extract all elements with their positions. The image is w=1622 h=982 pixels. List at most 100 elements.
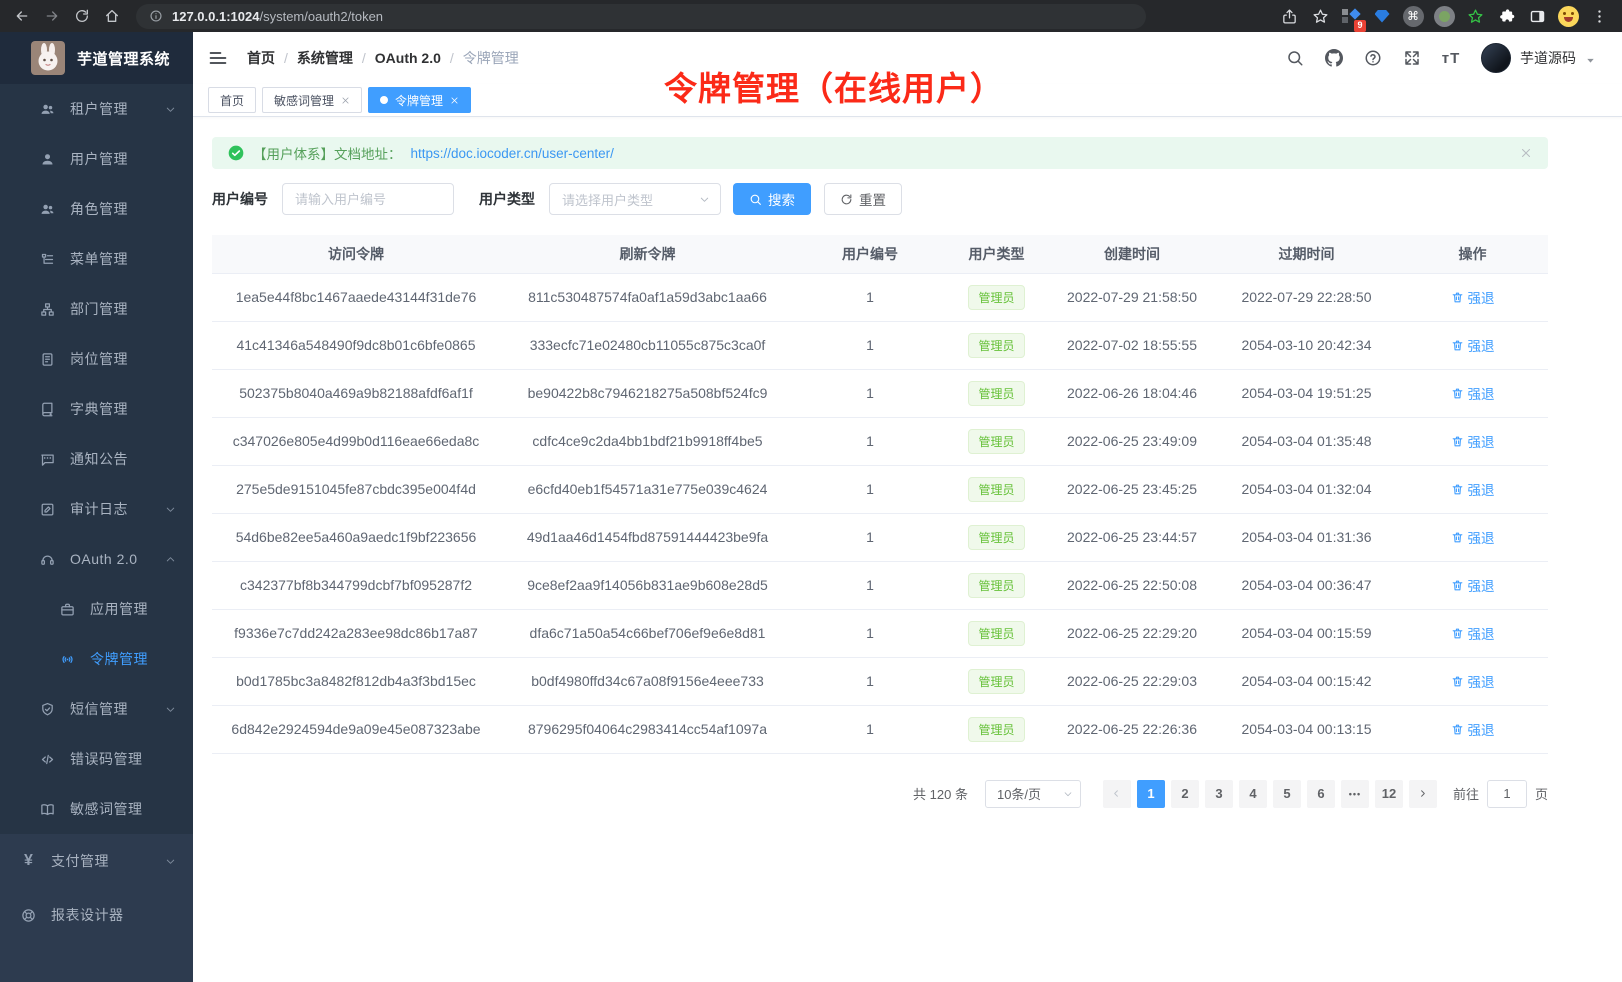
breadcrumb-item[interactable]: OAuth 2.0: [375, 50, 441, 66]
refresh-token-cell: cdfc4ce9c2da4bb1bdf21b9918ff4be5: [500, 417, 795, 465]
breadcrumb-item[interactable]: 系统管理: [297, 48, 353, 68]
force-logout-link[interactable]: 强退: [1451, 479, 1495, 499]
force-logout-link[interactable]: 强退: [1451, 287, 1495, 307]
page-size-select[interactable]: 10条/页: [985, 780, 1081, 808]
record-extension-icon[interactable]: [1431, 3, 1457, 29]
tab-item[interactable]: 敏感词管理: [262, 87, 362, 113]
reset-button-label: 重置: [859, 189, 886, 209]
force-logout-link[interactable]: 强退: [1451, 527, 1495, 547]
sidebar-item[interactable]: 审计日志: [0, 484, 193, 534]
doc-link[interactable]: https://doc.iocoder.cn/user-center/: [411, 146, 614, 161]
force-logout-link[interactable]: 强退: [1451, 383, 1495, 403]
sidebar-item[interactable]: 岗位管理: [0, 334, 193, 384]
browser-nav: [14, 8, 120, 24]
force-logout-label: 强退: [1468, 719, 1495, 739]
pager-page-3[interactable]: 3: [1205, 780, 1233, 808]
site-info-icon[interactable]: [149, 9, 163, 23]
force-logout-link[interactable]: 强退: [1451, 431, 1495, 451]
sidebar-item[interactable]: 用户管理: [0, 134, 193, 184]
search-icon[interactable]: [1286, 49, 1304, 67]
search-button[interactable]: 搜索: [733, 183, 811, 215]
sidebar-item[interactable]: 通知公告: [0, 434, 193, 484]
dict-icon: [40, 402, 55, 417]
user-menu[interactable]: 芋道源码: [1481, 43, 1596, 73]
sidebar-item[interactable]: ¥支付管理: [0, 834, 193, 888]
user-id-cell: 1: [795, 417, 945, 465]
sidebar-item-label: 菜单管理: [70, 249, 128, 269]
hamburger-icon[interactable]: [208, 48, 228, 68]
puzzle-extension-icon[interactable]: [1493, 3, 1519, 29]
goto-page-input[interactable]: [1487, 780, 1527, 808]
prev-page-button[interactable]: [1103, 780, 1131, 808]
pager-page-5[interactable]: 5: [1273, 780, 1301, 808]
page-size-value: 10条/页: [997, 784, 1041, 803]
question-icon[interactable]: [1364, 49, 1382, 67]
trash-icon: [1451, 483, 1464, 496]
sidebar-item[interactable]: 部门管理: [0, 284, 193, 334]
pager-page-4[interactable]: 4: [1239, 780, 1267, 808]
sidebar-item-active[interactable]: 令牌管理: [0, 634, 193, 684]
sidebar-item[interactable]: 错误码管理: [0, 734, 193, 784]
create-time-cell: 2022-06-26 18:04:46: [1048, 369, 1216, 417]
reload-icon[interactable]: [74, 8, 90, 24]
sidebar-item[interactable]: 应用管理: [0, 584, 193, 634]
pager-page-6[interactable]: 6: [1307, 780, 1335, 808]
code-icon: [40, 752, 55, 767]
force-logout-link[interactable]: 强退: [1451, 623, 1495, 643]
emoji-extension-icon[interactable]: [1555, 3, 1581, 29]
sidebar-item[interactable]: 字典管理: [0, 384, 193, 434]
sidebar-item[interactable]: 菜单管理: [0, 234, 193, 284]
alert-close-icon[interactable]: [1520, 147, 1532, 159]
pager-page-12[interactable]: 12: [1375, 780, 1403, 808]
pager-more[interactable]: •••: [1341, 780, 1369, 808]
force-logout-link[interactable]: 强退: [1451, 575, 1495, 595]
green-star-extension-icon[interactable]: [1462, 3, 1488, 29]
avatar[interactable]: [1481, 43, 1511, 73]
sidebar-item[interactable]: 角色管理: [0, 184, 193, 234]
trash-icon: [1451, 339, 1464, 352]
table-row: 275e5de9151045fe87cbdc395e004f4de6cfd40e…: [212, 465, 1548, 513]
pager-page-1[interactable]: 1: [1137, 780, 1165, 808]
bookmark-star-extension-icon[interactable]: [1307, 3, 1333, 29]
breadcrumb-item[interactable]: 首页: [247, 48, 275, 68]
force-logout-link[interactable]: 强退: [1451, 719, 1495, 739]
close-icon[interactable]: [341, 96, 350, 105]
force-logout-label: 强退: [1468, 287, 1495, 307]
force-logout-link[interactable]: 强退: [1451, 335, 1495, 355]
home-icon[interactable]: [104, 8, 120, 24]
next-page-button[interactable]: [1409, 780, 1437, 808]
blocks-extension-icon[interactable]: 9: [1338, 3, 1364, 29]
gem-extension-icon[interactable]: [1369, 3, 1395, 29]
font-size-icon[interactable]: тT: [1442, 49, 1460, 67]
tab-label: 敏感词管理: [274, 92, 334, 109]
close-icon[interactable]: [450, 96, 459, 105]
back-icon[interactable]: [14, 8, 30, 24]
force-logout-label: 强退: [1468, 479, 1495, 499]
forward-icon[interactable]: [44, 8, 60, 24]
user-id-cell: 1: [795, 321, 945, 369]
fullscreen-icon[interactable]: [1403, 49, 1421, 67]
sidebar-item[interactable]: 租户管理: [0, 84, 193, 134]
sidebar-item-label: 报表设计器: [51, 905, 124, 925]
sidebar-item[interactable]: 短信管理: [0, 684, 193, 734]
sidebar-item[interactable]: 敏感词管理: [0, 784, 193, 834]
pager-page-2[interactable]: 2: [1171, 780, 1199, 808]
sidebar-item[interactable]: 报表设计器: [0, 888, 193, 942]
github-icon[interactable]: [1325, 49, 1343, 67]
tab-item[interactable]: 首页: [208, 87, 256, 113]
address-bar[interactable]: 127.0.0.1:1024/system/oauth2/token: [136, 4, 1146, 29]
reset-button[interactable]: 重置: [824, 183, 902, 215]
kebab-extension-icon[interactable]: [1586, 3, 1612, 29]
user-id-input[interactable]: [282, 183, 454, 215]
user-type-select[interactable]: 请选择用户类型: [549, 183, 721, 215]
user-id-cell: 1: [795, 273, 945, 321]
share-extension-icon[interactable]: [1276, 3, 1302, 29]
command-extension-icon[interactable]: ⌘: [1400, 3, 1426, 29]
force-logout-link[interactable]: 强退: [1451, 671, 1495, 691]
tab-active[interactable]: 令牌管理: [368, 87, 471, 113]
sidebar-logo[interactable]: 芋道管理系统: [0, 32, 193, 84]
sidebar-item[interactable]: OAuth 2.0: [0, 534, 193, 584]
extension-badge: 9: [1354, 20, 1365, 32]
breadcrumb-separator: /: [362, 50, 366, 66]
side-panel-extension-icon[interactable]: [1524, 3, 1550, 29]
